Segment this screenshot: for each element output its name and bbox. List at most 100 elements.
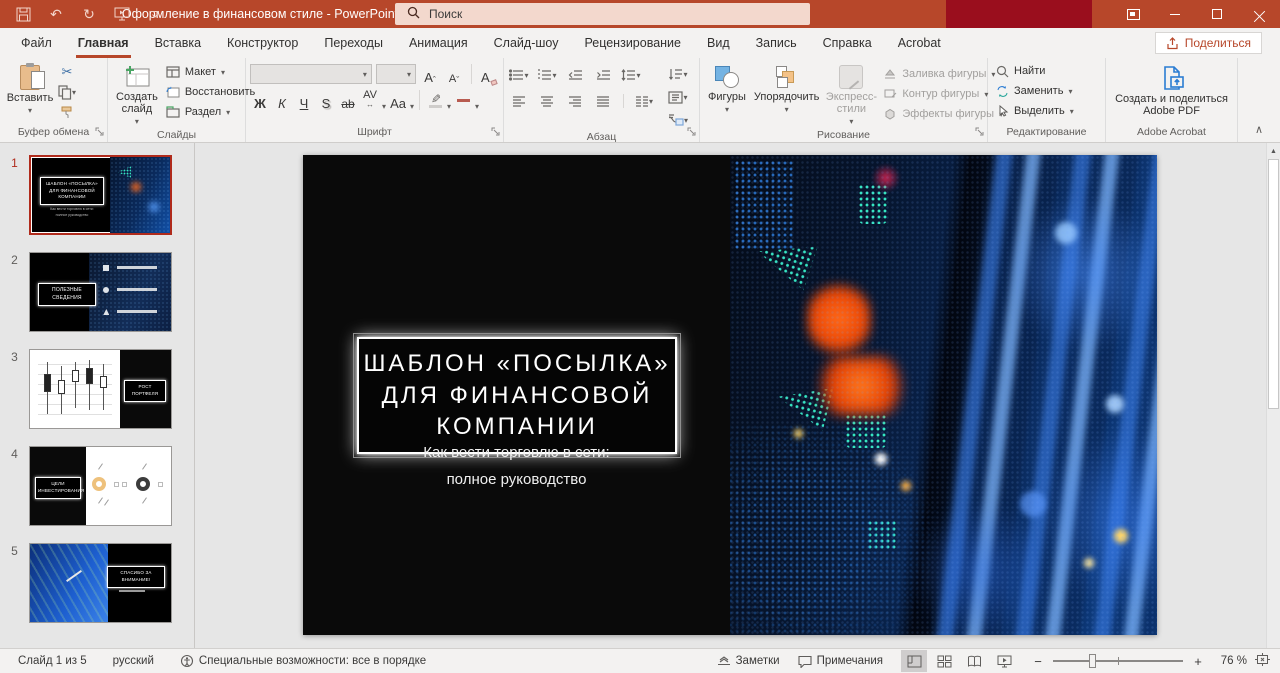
clipboard-dialog-launcher[interactable] [95, 125, 104, 139]
columns-button[interactable]: ▾ [633, 91, 655, 111]
italic-button[interactable]: К [272, 89, 292, 111]
shrink-font-button[interactable]: Аˇ [444, 63, 464, 85]
slide-editing-area[interactable]: ШАБЛОН «ПОСЫЛКА» ДЛЯ ФИНАНСОВОЙ КОМПАНИИ… [303, 155, 1157, 635]
font-size-combobox[interactable]: ▾ [376, 64, 416, 84]
normal-view-button[interactable] [901, 650, 927, 672]
thumbnail-slide-4[interactable]: 4 ЦЕЛИ ИНВЕСТИРОВАНИЯ [0, 446, 194, 526]
copy-button[interactable]: ▾ [56, 82, 78, 102]
fit-slide-button[interactable] [1255, 653, 1270, 669]
font-dialog-launcher[interactable] [491, 125, 500, 139]
ribbon-display-options-button[interactable] [1112, 0, 1154, 28]
adobe-pdf-icon [1159, 65, 1185, 91]
paragraph-dialog-launcher[interactable] [687, 125, 696, 139]
tab-design[interactable]: Конструктор [214, 28, 311, 58]
tab-insert[interactable]: Вставка [142, 28, 214, 58]
account-area[interactable] [946, 0, 1092, 28]
language-indicator[interactable]: русский [113, 655, 154, 667]
text-shadow-button[interactable]: S [316, 89, 336, 111]
arrange-button[interactable]: Упорядочить ▾ [750, 62, 823, 128]
new-slide-button[interactable]: Создать слайд ▾ [112, 62, 162, 128]
tab-acrobat[interactable]: Acrobat [885, 28, 954, 58]
align-text-button[interactable]: ▾ [661, 87, 695, 107]
slide-counter[interactable]: Слайд 1 из 5 [18, 655, 87, 667]
close-button[interactable] [1238, 0, 1280, 28]
accessibility-status[interactable]: Специальные возможности: все в порядке [180, 654, 426, 668]
zoom-in-button[interactable]: + [1191, 654, 1205, 669]
section-button[interactable]: Раздел▾ [162, 102, 259, 122]
slideshow-view-button[interactable] [991, 650, 1017, 672]
search-input[interactable] [429, 7, 769, 21]
slide-canvas[interactable]: ШАБЛОН «ПОСЫЛКА» ДЛЯ ФИНАНСОВОЙ КОМПАНИИ… [195, 143, 1280, 648]
tab-animations[interactable]: Анимация [396, 28, 481, 58]
drawing-dialog-launcher[interactable] [975, 125, 984, 139]
zoom-level[interactable]: 76 % [1205, 655, 1247, 667]
tab-transitions[interactable]: Переходы [311, 28, 396, 58]
thumbnail-slide-1[interactable]: 1 ШАБЛОН «ПОСЫЛКА» ДЛЯ ФИНАНСОВОЙ КОМПАН… [0, 155, 194, 235]
tab-file[interactable]: Файл [8, 28, 65, 58]
reset-button[interactable]: Восстановить [162, 82, 259, 102]
tab-help[interactable]: Справка [810, 28, 885, 58]
align-left-button[interactable] [508, 91, 530, 111]
save-icon[interactable] [14, 5, 32, 23]
select-button[interactable]: Выделить▾ [992, 101, 1101, 121]
thumbnail-slide-3[interactable]: 3 РОСТ ПОРТФЕЛЯ [0, 349, 194, 429]
slide-sorter-view-button[interactable] [931, 650, 957, 672]
zoom-slider-thumb[interactable] [1089, 654, 1096, 668]
decrease-indent-button[interactable] [564, 65, 586, 85]
reading-view-button[interactable] [961, 650, 987, 672]
search-box[interactable] [395, 3, 810, 25]
tab-slideshow[interactable]: Слайд-шоу [481, 28, 572, 58]
change-case-button[interactable]: Aa [388, 89, 408, 111]
numbering-button[interactable]: ▾ [536, 65, 558, 85]
align-center-button[interactable] [536, 91, 558, 111]
tab-review[interactable]: Рецензирование [571, 28, 694, 58]
shapes-button[interactable]: Фигуры ▾ [704, 62, 750, 128]
zoom-slider[interactable] [1053, 660, 1183, 662]
character-spacing-button[interactable]: AV↔ [360, 89, 380, 111]
font-color-button[interactable] [453, 89, 473, 111]
thumbnail-slide-5[interactable]: 5 СПАСИБО ЗА ВНИМАНИЕ! [0, 543, 194, 623]
font-name-combobox[interactable]: ▾ [250, 64, 372, 84]
tab-home[interactable]: Главная [65, 28, 142, 58]
replace-button[interactable]: Заменить▾ [992, 81, 1101, 101]
strikethrough-button[interactable]: ab [338, 89, 358, 111]
tab-record[interactable]: Запись [743, 28, 810, 58]
maximize-button[interactable] [1196, 0, 1238, 28]
vertical-scrollbar[interactable]: ▲ [1266, 143, 1280, 648]
minimize-button[interactable] [1154, 0, 1196, 28]
zoom-out-button[interactable]: − [1031, 654, 1045, 669]
scrollbar-thumb[interactable] [1268, 159, 1279, 409]
format-painter-button[interactable] [56, 102, 78, 122]
underline-button[interactable]: Ч [294, 89, 314, 111]
thumbnail-slide-2[interactable]: 2 ПОЛЕЗНЫЕ СВЕДЕНИЯ [0, 252, 194, 332]
line-spacing-button[interactable]: ▾ [620, 65, 642, 85]
text-direction-button[interactable]: ▾ [661, 64, 695, 84]
bullets-button[interactable]: ▾ [508, 65, 530, 85]
create-adobe-pdf-button[interactable]: Создать и поделиться Adobe PDF [1110, 62, 1233, 125]
collapse-ribbon-button[interactable]: ∧ [1255, 123, 1263, 136]
bold-button[interactable]: Ж [250, 89, 270, 111]
justify-button[interactable] [592, 91, 614, 111]
redo-icon[interactable]: ↻ [80, 5, 98, 23]
find-button[interactable]: Найти [992, 61, 1101, 81]
slide-title-box[interactable]: ШАБЛОН «ПОСЫЛКА» ДЛЯ ФИНАНСОВОЙ КОМПАНИИ [357, 337, 677, 454]
fit-slide-icon [1255, 653, 1270, 666]
tab-view[interactable]: Вид [694, 28, 743, 58]
share-button[interactable]: Поделиться [1155, 32, 1262, 54]
grow-font-button[interactable]: Аˆ [420, 63, 440, 85]
clear-formatting-button[interactable]: А [479, 63, 499, 85]
highlight-color-button[interactable]: ✎ [425, 89, 445, 111]
layout-button[interactable]: Макет▾ [162, 62, 259, 82]
scroll-up-icon[interactable]: ▲ [1267, 143, 1280, 159]
undo-icon[interactable]: ↶ [47, 5, 65, 23]
cut-button[interactable]: ✂ [56, 62, 78, 82]
increase-indent-button[interactable] [592, 65, 614, 85]
comments-toggle[interactable]: Примечания [798, 655, 883, 668]
align-right-button[interactable] [564, 91, 586, 111]
slide-subtitle[interactable]: Как вести торговлю в сети: полное руково… [303, 439, 730, 493]
customize-qat-icon[interactable] [146, 5, 164, 23]
start-slideshow-icon[interactable] [113, 5, 131, 23]
quick-styles-button[interactable]: Экспресс-стили ▾ [823, 62, 879, 128]
notes-toggle[interactable]: Заметки [717, 655, 780, 667]
paste-button[interactable]: Вставить ▾ [4, 62, 56, 125]
